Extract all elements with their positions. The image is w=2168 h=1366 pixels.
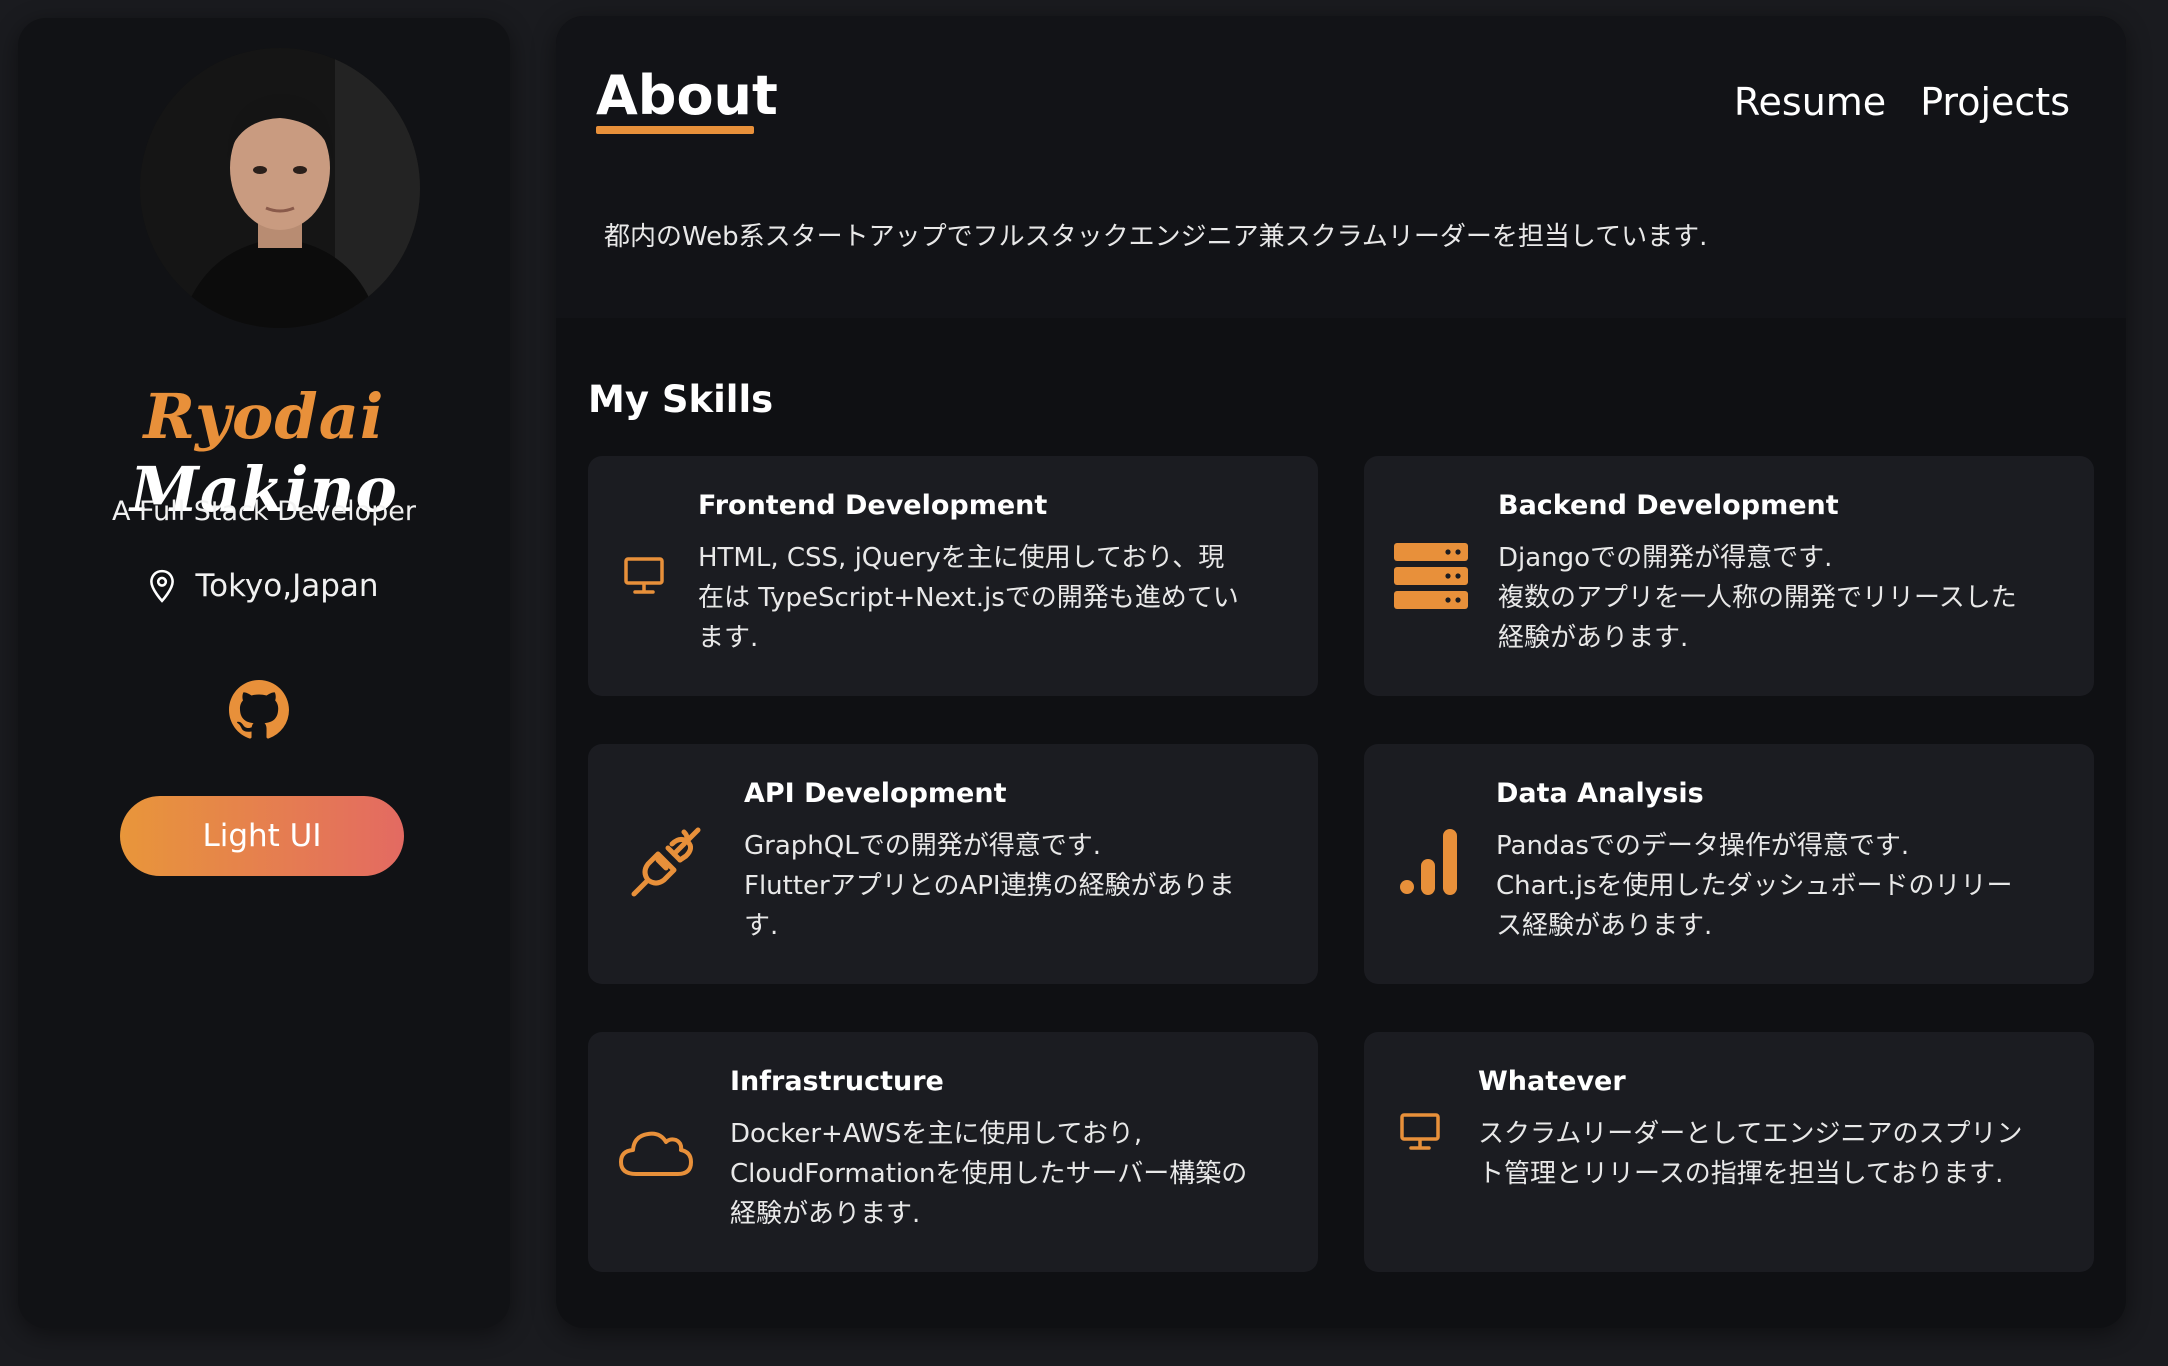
avatar: [140, 48, 420, 328]
skill-card-frontend: Frontend Development HTML, CSS, jQueryを主…: [588, 456, 1318, 696]
skill-card-api: API Development GraphQLでの開発が得意です. Flutte…: [588, 744, 1318, 984]
skill-card-backend: Backend Development Djangoでの開発が得意です. 複数の…: [1364, 456, 2094, 696]
bar-chart-icon: [1398, 826, 1462, 898]
skill-description: スクラムリーダーとしてエンジニアのスプリン ト管理とリリースの指揮を担当しており…: [1478, 1114, 2022, 1194]
skill-title: API Development: [744, 778, 1007, 809]
skill-line: Docker+AWSを主に使用しており,: [730, 1119, 1143, 1149]
profile-sidebar: Ryodai Makino A Full Stack Developer Tok…: [18, 18, 510, 1328]
skill-line: す.: [744, 911, 779, 941]
skill-card-data-analysis: Data Analysis Pandasでのデータ操作が得意です. Chart.…: [1364, 744, 2094, 984]
skill-line: CloudFormationを使用したサーバー構築の: [730, 1159, 1248, 1189]
skill-line: FlutterアプリとのAPI連携の経験がありま: [744, 871, 1235, 901]
plug-icon: [628, 824, 704, 900]
skill-description: Pandasでのデータ操作が得意です. Chart.jsを使用したダッシュボード…: [1496, 826, 2012, 946]
skill-line: 在は TypeScript+Next.jsでの開発も進めてい: [698, 583, 1239, 613]
skill-description: Docker+AWSを主に使用しており, CloudFormationを使用した…: [730, 1114, 1247, 1234]
skill-line: ト管理とリリースの指揮を担当しております.: [1478, 1159, 2004, 1189]
profile-tagline: A Full Stack Developer: [111, 496, 416, 527]
profile-location: Tokyo,Japan: [18, 568, 510, 604]
tab-projects[interactable]: Projects: [1920, 80, 2070, 124]
skills-heading: My Skills: [588, 378, 774, 421]
main-panel: About Resume Projects 都内のWeb系スタートアップでフルス…: [556, 16, 2126, 1328]
skill-card-whatever: Whatever スクラムリーダーとしてエンジニアのスプリン ト管理とリリースの…: [1364, 1032, 2094, 1272]
skill-line: ます.: [698, 623, 759, 653]
light-ui-button[interactable]: Light UI: [120, 796, 404, 876]
skill-line: HTML, CSS, jQueryを主に使用しており、現: [698, 543, 1225, 573]
active-tab-underline: [596, 126, 754, 134]
skill-title: Data Analysis: [1496, 778, 1704, 809]
skill-description: GraphQLでの開発が得意です. FlutterアプリとのAPI連携の経験があ…: [744, 826, 1235, 946]
skill-title: Infrastructure: [730, 1066, 944, 1097]
skill-line: 複数のアプリを一人称の開発でリリースした: [1498, 583, 2017, 613]
skill-line: Chart.jsを使用したダッシュボードのリリー: [1496, 871, 2013, 901]
about-header: About Resume Projects 都内のWeb系スタートアップでフルス…: [556, 16, 2126, 318]
skill-line: 経験があります.: [1498, 623, 1689, 653]
profile-first-name: Ryodai: [143, 380, 385, 453]
skill-line: GraphQLでの開発が得意です.: [744, 831, 1101, 861]
tab-about[interactable]: About: [596, 64, 778, 127]
top-nav: Resume Projects: [1734, 80, 2070, 124]
skill-card-infrastructure: Infrastructure Docker+AWSを主に使用しており, Clou…: [588, 1032, 1318, 1272]
skill-line: Pandasでのデータ操作が得意です.: [1496, 831, 1910, 861]
intro-text: 都内のWeb系スタートアップでフルスタックエンジニア兼スクラムリーダーを担当して…: [604, 222, 1708, 252]
skill-line: スクラムリーダーとしてエンジニアのスプリン: [1478, 1119, 2023, 1149]
monitor-icon: [1396, 1108, 1444, 1156]
skill-line: 経験があります.: [730, 1199, 921, 1229]
skill-title: Whatever: [1478, 1066, 1626, 1097]
skill-line: Djangoでの開発が得意です.: [1498, 543, 1833, 573]
skill-description: Djangoでの開発が得意です. 複数のアプリを一人称の開発でリリースした 経験…: [1498, 538, 2017, 658]
github-icon[interactable]: [229, 680, 289, 740]
skill-description: HTML, CSS, jQueryを主に使用しており、現 在は TypeScri…: [698, 538, 1239, 658]
avatar-portrait: [140, 48, 420, 328]
tab-resume[interactable]: Resume: [1734, 80, 1886, 124]
location-pin-icon: [150, 569, 175, 603]
location-label: Tokyo,Japan: [195, 568, 379, 604]
server-icon: [1394, 542, 1468, 610]
monitor-icon: [620, 552, 668, 600]
cloud-icon: [618, 1124, 694, 1180]
skill-line: ス経験があります.: [1496, 911, 1713, 941]
skill-title: Backend Development: [1498, 490, 1839, 521]
skill-title: Frontend Development: [698, 490, 1048, 521]
